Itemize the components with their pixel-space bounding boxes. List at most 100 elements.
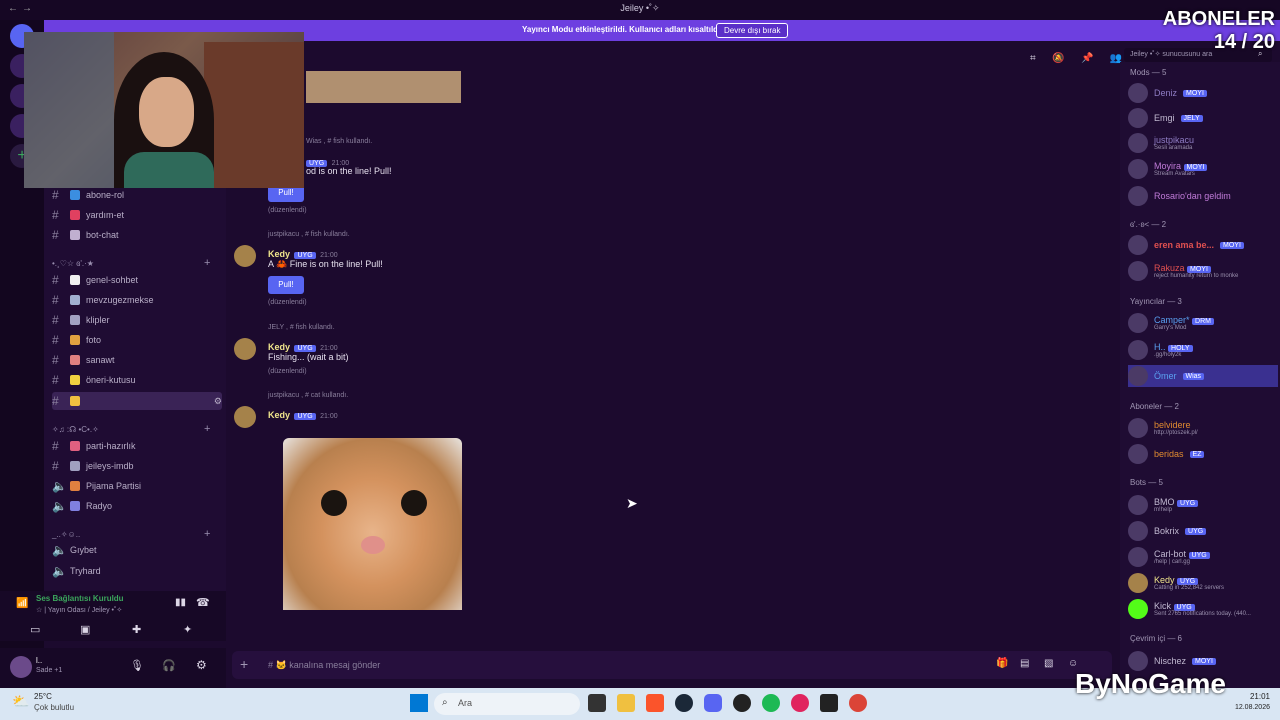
voice-connected-text: Ses Bağlantısı Kuruldu	[36, 594, 124, 603]
member-item[interactable]: Moyira MOYI Stream Avatars	[1128, 158, 1278, 180]
member-item[interactable]: Kick UYG Sent 2765 notifications today. (…	[1128, 598, 1278, 620]
steam-icon[interactable]	[675, 694, 693, 712]
task-view-icon[interactable]	[588, 694, 606, 712]
microphone-icon[interactable]: 🎙	[130, 659, 144, 672]
member-item[interactable]: eren ama be... MOYI	[1128, 234, 1278, 256]
member-tag: UYG	[1177, 578, 1199, 585]
pajama-icon	[70, 481, 80, 491]
member-item[interactable]: Deniz MOYI	[1128, 82, 1278, 104]
message-author[interactable]: Kedy	[268, 410, 290, 420]
headphones-icon[interactable]: 🎧	[162, 659, 176, 672]
category-header[interactable]: _..✧☺..	[52, 530, 80, 539]
app-icon[interactable]	[791, 694, 809, 712]
settings-gear-icon[interactable]: ⚙	[196, 658, 207, 672]
category-header[interactable]: •.¸♡☆ ɞ'.·★	[52, 259, 94, 268]
add-channel-icon[interactable]: +	[204, 528, 210, 540]
message-reply-ref[interactable]: justpikacu , # fish kullandı.	[268, 231, 350, 238]
taskbar-search[interactable]: ⌕ Ara	[434, 693, 580, 715]
category-header[interactable]: ✧♫ :☊ •C•.✧	[52, 425, 99, 434]
noise-suppression-icon[interactable]: ▮▮	[175, 597, 186, 608]
channel-label: foto	[86, 335, 102, 345]
capcut-icon[interactable]	[820, 694, 838, 712]
channel-item-active[interactable]: # ⚙	[52, 392, 222, 410]
channel-item[interactable]: # genel-sohbet	[52, 271, 222, 289]
camera-off-icon[interactable]: ▭	[30, 623, 40, 636]
add-channel-icon[interactable]: +	[204, 257, 210, 269]
channel-label: abone-rol	[86, 190, 125, 200]
voice-channel-item[interactable]: 🔈 Pijama Partisi	[52, 477, 222, 495]
avatar[interactable]	[234, 338, 256, 360]
add-channel-icon[interactable]: +	[204, 423, 210, 435]
channel-item[interactable]: # abone-rol	[52, 186, 222, 204]
member-item[interactable]: Rakuza MOYI reject humanity return to mon…	[1128, 260, 1278, 282]
channel-item[interactable]: # bot-chat	[52, 226, 222, 244]
file-explorer-icon[interactable]	[617, 694, 635, 712]
channel-item[interactable]: # mevzugezmekse	[52, 291, 222, 309]
bot-tag: UYG	[294, 413, 316, 420]
message-author[interactable]: Kedy	[268, 342, 290, 352]
threads-icon[interactable]: ⌗	[1030, 53, 1036, 64]
message-reply-ref[interactable]: JELY , # fish kullandı.	[268, 324, 335, 331]
voice-channel-item[interactable]: 🔈 Radyo	[52, 497, 222, 515]
sticker-icon[interactable]: ▧	[1044, 658, 1053, 669]
message-author[interactable]: Kedy	[268, 249, 290, 259]
attached-image-top[interactable]	[306, 71, 461, 103]
message-reply-ref[interactable]: justpikacu , # cat kullandı.	[268, 392, 348, 399]
gif-icon[interactable]: ▤	[1020, 658, 1029, 669]
disconnect-icon[interactable]: ☎	[196, 596, 210, 609]
channel-item[interactable]: # öneri-kutusu	[52, 371, 222, 389]
weather-temp[interactable]: 25°C	[34, 692, 52, 701]
member-item[interactable]: Kedy UYG Catting in 252,842 servers	[1128, 572, 1278, 594]
disable-streamer-mode-button[interactable]: Devre dışı bırak	[716, 23, 789, 38]
soundboard-icon[interactable]: ✦	[183, 623, 192, 636]
activities-icon[interactable]: ✚	[132, 623, 141, 636]
member-item[interactable]: Rosario'dan geldim	[1128, 185, 1278, 207]
avatar[interactable]	[234, 245, 256, 267]
member-item[interactable]: belvidere http://ptoszek.pl/	[1128, 417, 1278, 439]
discord-icon[interactable]	[704, 694, 722, 712]
member-item[interactable]: Bokrix UYG	[1128, 520, 1278, 542]
voice-channel-item[interactable]: 🔈 Tryhard	[52, 562, 222, 580]
clock-time[interactable]: 21:01	[1222, 692, 1270, 701]
pin-icon[interactable]: 📌	[1081, 53, 1093, 64]
gift-icon[interactable]: 🎁	[996, 658, 1008, 669]
start-button[interactable]	[410, 694, 428, 712]
brave-icon[interactable]	[646, 694, 664, 712]
message-input[interactable]: # 🐱 kanalına mesaj gönder	[268, 660, 380, 671]
obs-icon[interactable]	[733, 694, 751, 712]
add-attachment-icon[interactable]: +	[240, 656, 248, 672]
member-item[interactable]: BMO UYG m!help	[1128, 494, 1278, 516]
notifications-icon[interactable]: 🔕	[1052, 53, 1064, 64]
screen-share-icon[interactable]: ▣	[80, 623, 90, 636]
avatar	[1128, 366, 1148, 386]
member-item[interactable]: Emgi JELY	[1128, 107, 1278, 129]
voice-room-text[interactable]: ☆ | Yayın Odası / Jeiley •˚✧	[36, 606, 122, 614]
invite-icon[interactable]: ⚙	[214, 396, 222, 407]
member-item[interactable]: H.. HOLY .gg/holy2k	[1128, 339, 1278, 361]
member-item[interactable]: justpikacu Sesli aramada	[1128, 132, 1278, 154]
avatar[interactable]	[10, 656, 32, 678]
chrome-icon[interactable]	[849, 694, 867, 712]
hash-icon: #	[52, 188, 59, 202]
spotify-icon[interactable]	[762, 694, 780, 712]
channel-item[interactable]: # sanawt	[52, 351, 222, 369]
channel-item[interactable]: # jeileys-imdb	[52, 457, 222, 475]
cat-image[interactable]	[283, 438, 462, 610]
message-reply-ref[interactable]: Wias , # fish kullandı.	[306, 138, 372, 145]
channel-item[interactable]: # klipler	[52, 311, 222, 329]
member-item[interactable]: Carl-bot UYG/help | carl.gg	[1128, 546, 1278, 568]
signal-icon: 📶	[16, 598, 29, 609]
voice-channel-item[interactable]: 🔈 Gıybet	[52, 541, 222, 559]
channel-item[interactable]: # foto	[52, 331, 222, 349]
pull-button[interactable]: Pull!	[268, 276, 304, 294]
banner-text: Yayıncı Modu etkinleştirildi. Kullanıcı …	[522, 25, 723, 34]
avatar[interactable]	[234, 406, 256, 428]
member-name: Rakuza	[1154, 263, 1185, 273]
message-input-bar[interactable]: + # 🐱 kanalına mesaj gönder 🎁 ▤ ▧ ☺	[232, 651, 1112, 679]
member-item[interactable]: beridas EZ	[1128, 443, 1278, 465]
clock-date[interactable]: 12.08.2026	[1222, 704, 1270, 711]
member-item[interactable]: Camper* DRM Garry's Mod	[1128, 312, 1278, 334]
member-item[interactable]: Ömer Wias	[1128, 365, 1278, 387]
channel-item[interactable]: # yardım-et	[52, 206, 222, 224]
channel-item[interactable]: # parti-hazırlık	[52, 437, 222, 455]
